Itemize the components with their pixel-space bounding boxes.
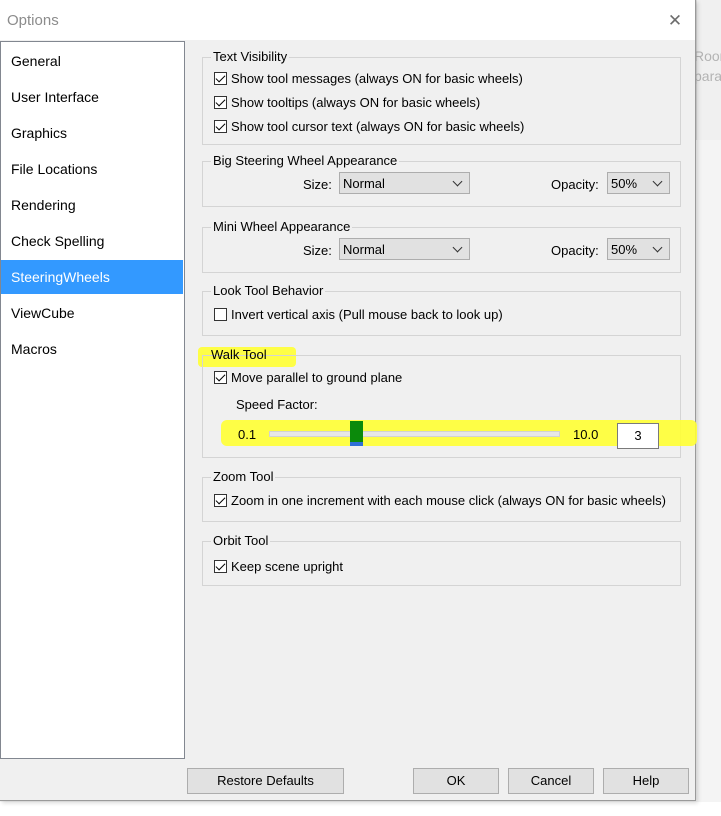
sidebar-item-steeringwheels[interactable]: SteeringWheels — [1, 260, 183, 294]
label-invert-vertical-axis: Invert vertical axis (Pull mouse back to… — [231, 306, 503, 322]
speed-factor-label: Speed Factor: — [236, 397, 318, 412]
group-title-zoom-tool: Zoom Tool — [211, 469, 276, 484]
speed-slider-track[interactable] — [269, 431, 560, 437]
check-icon — [215, 560, 226, 570]
big-wheel-size-select[interactable]: Normal — [339, 172, 470, 194]
window-title: Options — [7, 12, 59, 29]
checkbox-move-parallel[interactable] — [214, 370, 227, 384]
sidebar-item-user-interface[interactable]: User Interface — [1, 80, 183, 114]
label-show-tool-messages: Show tool messages (always ON for basic … — [231, 70, 523, 86]
option-show-cursor-text[interactable]: Show tool cursor text (always ON for bas… — [214, 117, 524, 135]
cancel-button[interactable]: Cancel — [508, 768, 594, 794]
chevron-down-icon — [452, 242, 463, 253]
check-icon — [215, 120, 226, 130]
check-icon — [215, 371, 226, 381]
group-title-orbit-tool: Orbit Tool — [211, 533, 271, 548]
group-title-look-tool: Look Tool Behavior — [211, 283, 326, 298]
mini-wheel-opacity-value: 50% — [611, 242, 638, 257]
big-wheel-opacity-label: Opacity: — [551, 177, 599, 192]
group-title-mini-wheel: Mini Wheel Appearance — [211, 219, 353, 234]
label-show-tooltips: Show tooltips (always ON for basic wheel… — [231, 94, 481, 110]
option-move-parallel[interactable]: Move parallel to ground plane — [214, 368, 402, 386]
options-sidebar: General User Interface Graphics File Loc… — [0, 41, 185, 759]
label-keep-upright: Keep scene upright — [231, 558, 344, 574]
sidebar-item-macros[interactable]: Macros — [1, 332, 183, 366]
restore-defaults-button[interactable]: Restore Defaults — [187, 768, 344, 794]
mini-wheel-size-label: Size: — [303, 243, 332, 258]
checkbox-zoom-one-increment[interactable] — [214, 493, 227, 507]
big-wheel-size-value: Normal — [343, 176, 385, 191]
close-icon[interactable]: ✕ — [664, 10, 686, 32]
background-text-1: Roor — [694, 48, 721, 64]
option-zoom-one-increment[interactable]: Zoom in one increment with each mouse cl… — [214, 491, 666, 509]
check-icon — [215, 494, 226, 504]
mini-wheel-opacity-select[interactable]: 50% — [607, 238, 670, 260]
background-text-2: para — [694, 68, 721, 84]
option-show-tooltips[interactable]: Show tooltips (always ON for basic wheel… — [214, 93, 480, 111]
option-keep-upright[interactable]: Keep scene upright — [214, 557, 343, 575]
checkbox-keep-upright[interactable] — [214, 559, 227, 573]
sidebar-item-graphics[interactable]: Graphics — [1, 116, 183, 150]
group-title-walk-tool: Walk Tool — [211, 347, 267, 362]
big-wheel-opacity-select[interactable]: 50% — [607, 172, 670, 194]
mini-wheel-opacity-label: Opacity: — [551, 243, 599, 258]
big-wheel-size-label: Size: — [303, 177, 332, 192]
checkbox-invert-vertical-axis[interactable] — [214, 307, 227, 321]
option-invert-vertical-axis[interactable]: Invert vertical axis (Pull mouse back to… — [214, 305, 503, 323]
sidebar-item-rendering[interactable]: Rendering — [1, 188, 183, 222]
title-bar: Options ✕ — [0, 0, 695, 40]
speed-factor-input[interactable]: 3 — [617, 423, 659, 449]
label-zoom-one-increment: Zoom in one increment with each mouse cl… — [231, 492, 666, 508]
speed-min-label: 0.1 — [238, 427, 257, 442]
mini-wheel-size-value: Normal — [343, 242, 385, 257]
mini-wheel-size-select[interactable]: Normal — [339, 238, 470, 260]
help-button[interactable]: Help — [603, 768, 689, 794]
label-show-cursor-text: Show tool cursor text (always ON for bas… — [231, 118, 525, 134]
sidebar-item-file-locations[interactable]: File Locations — [1, 152, 183, 186]
sidebar-item-general[interactable]: General — [1, 44, 183, 78]
group-title-big-wheel: Big Steering Wheel Appearance — [211, 153, 400, 168]
speed-max-label: 10.0 — [573, 427, 599, 442]
ok-button[interactable]: OK — [413, 768, 499, 794]
sidebar-item-check-spelling[interactable]: Check Spelling — [1, 224, 183, 258]
checkbox-show-tooltips[interactable] — [214, 95, 227, 109]
checkbox-show-tool-messages[interactable] — [214, 71, 227, 85]
chevron-down-icon — [652, 242, 663, 253]
big-wheel-opacity-value: 50% — [611, 176, 638, 191]
options-dialog: Options ✕ General User Interface Graphic… — [0, 0, 697, 801]
chevron-down-icon — [452, 176, 463, 187]
check-icon — [215, 72, 226, 82]
group-title-text-visibility: Text Visibility — [211, 49, 290, 64]
speed-slider-thumb-base — [350, 442, 363, 446]
checkbox-show-cursor-text[interactable] — [214, 119, 227, 133]
chevron-down-icon — [652, 176, 663, 187]
check-icon — [215, 96, 226, 106]
option-show-tool-messages[interactable]: Show tool messages (always ON for basic … — [214, 69, 523, 87]
label-move-parallel: Move parallel to ground plane — [231, 369, 403, 385]
background-bottom — [0, 802, 721, 816]
sidebar-item-viewcube[interactable]: ViewCube — [1, 296, 183, 330]
